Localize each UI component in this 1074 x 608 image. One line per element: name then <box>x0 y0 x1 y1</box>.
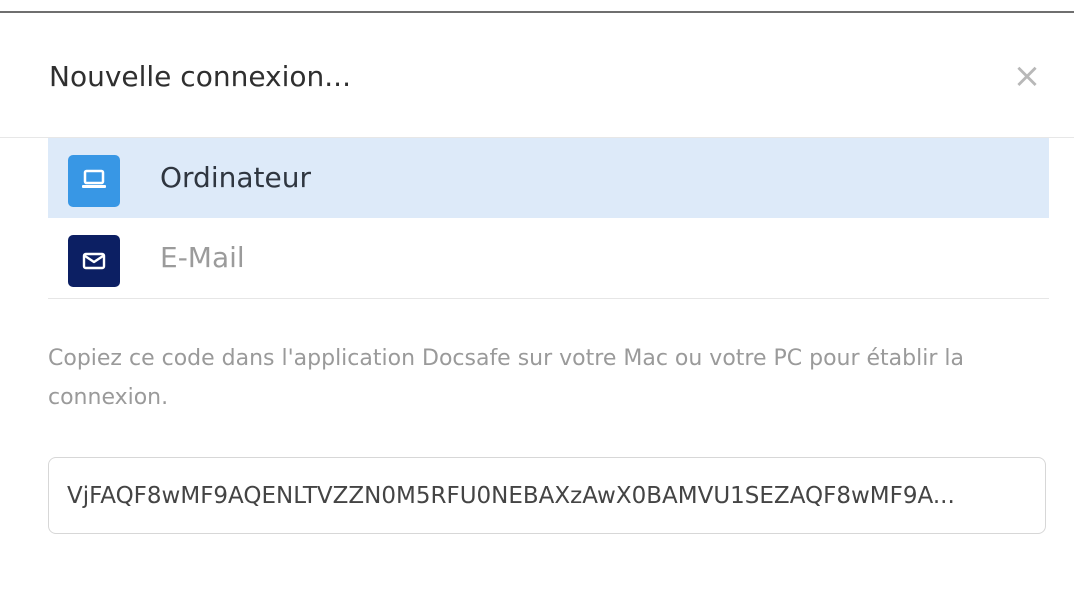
dialog-title: Nouvelle connexion... <box>49 60 351 93</box>
laptop-icon <box>68 155 120 207</box>
close-icon[interactable]: × <box>1010 59 1044 93</box>
connection-instructions: Copiez ce code dans l'application Docsaf… <box>48 346 964 410</box>
dialog-header: Nouvelle connexion... × <box>0 13 1074 138</box>
mail-icon <box>68 235 120 287</box>
menu-label-ordinateur: Ordinateur <box>160 161 311 194</box>
menu-item-email[interactable]: E-Mail <box>48 218 1049 298</box>
menu-item-ordinateur[interactable]: Ordinateur <box>48 138 1049 218</box>
menu-label-email: E-Mail <box>160 241 245 274</box>
connection-code-field[interactable]: VjFAQF8wMF9AQENLTVZZN0M5RFU0NEBAXzAwX0BA… <box>48 457 1046 534</box>
connection-code-value: VjFAQF8wMF9AQENLTVZZN0M5RFU0NEBAXzAwX0BA… <box>67 482 955 509</box>
connection-type-menu: Ordinateur E-Mail <box>48 138 1049 299</box>
